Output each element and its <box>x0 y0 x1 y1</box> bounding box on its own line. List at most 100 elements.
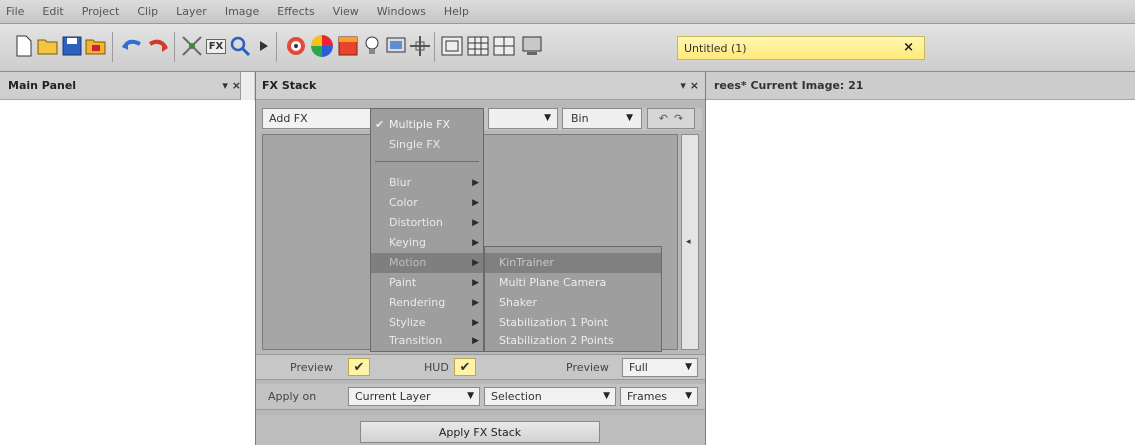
menu-item-label: Transition <box>389 334 443 347</box>
menu-help[interactable]: Help <box>444 5 469 18</box>
menu-project[interactable]: Project <box>82 5 120 18</box>
viewer-header: rees* Current Image: 21 <box>706 72 1135 100</box>
menu-item-motion[interactable]: Motion ▶ <box>371 253 483 273</box>
add-fx-menu: ✔ Multiple FX Single FX Blur ▶ Color ▶ D… <box>370 108 484 352</box>
square-color-icon[interactable] <box>336 33 360 59</box>
menu-edit[interactable]: Edit <box>42 5 63 18</box>
menu-item-label: Single FX <box>389 138 441 151</box>
menu-item-distortion[interactable]: Distortion ▶ <box>371 213 483 233</box>
submenu-item-kintrainer[interactable]: KinTrainer <box>485 253 661 273</box>
fx-list-scrollbar[interactable]: ◂ <box>681 134 699 350</box>
crosshair-icon[interactable] <box>408 33 432 59</box>
add-fx-button[interactable]: Add FX <box>262 108 374 129</box>
preview-quality-label: Preview <box>566 361 609 374</box>
bin-dropdown[interactable]: Bin ▼ <box>562 108 642 129</box>
menu-bar: File Edit Project Clip Layer Image Effec… <box>0 0 1135 24</box>
menu-item-label: Stylize <box>389 316 426 329</box>
selection-value: Selection <box>491 390 542 403</box>
undo-icon[interactable] <box>120 33 144 59</box>
redo-icon[interactable]: ↷ <box>674 112 683 125</box>
menu-image[interactable]: Image <box>225 5 259 18</box>
preview-quality-select[interactable]: Full ▼ <box>622 358 698 377</box>
menu-windows[interactable]: Windows <box>377 5 426 18</box>
menu-item-paint[interactable]: Paint ▶ <box>371 273 483 293</box>
layers-icon[interactable] <box>284 33 308 59</box>
menu-item-single-fx[interactable]: Single FX <box>371 135 483 155</box>
chevron-down-icon: ▼ <box>626 113 633 123</box>
submenu-arrow-icon: ▶ <box>472 178 479 188</box>
apply-on-label: Apply on <box>268 390 317 403</box>
zoom-icon[interactable] <box>228 33 252 59</box>
fx-undo-redo[interactable]: ↶ ↷ <box>647 108 695 129</box>
close-icon[interactable]: × <box>903 40 914 55</box>
panel-splitter[interactable] <box>240 72 254 100</box>
preview-quality-value: Full <box>629 361 648 374</box>
menu-item-multiple-fx[interactable]: ✔ Multiple FX <box>371 115 483 135</box>
monitor-icon[interactable] <box>384 33 408 59</box>
menu-layer[interactable]: Layer <box>176 5 207 18</box>
submenu-arrow-icon: ▶ <box>472 336 479 346</box>
new-icon[interactable] <box>12 33 36 59</box>
submenu-arrow-icon: ▶ <box>472 198 479 208</box>
undo-icon[interactable]: ↶ <box>659 112 668 125</box>
main-panel-controls[interactable]: ▾ × <box>222 79 241 92</box>
main-panel-header: Main Panel ▾ × <box>0 72 255 100</box>
preview-checkbox[interactable]: ✔ <box>348 358 370 376</box>
color-wheel-icon[interactable] <box>310 33 334 59</box>
submenu-item-multi-plane-camera[interactable]: Multi Plane Camera <box>485 273 661 293</box>
submenu-item-stabilization-2-points[interactable]: Stabilization 2 Points <box>485 331 661 351</box>
submenu-arrow-icon: ▶ <box>472 238 479 248</box>
document-tab-title: Untitled (1) <box>684 41 747 55</box>
menu-item-transition[interactable]: Transition ▶ <box>371 331 483 351</box>
split-view-icon[interactable] <box>492 33 516 59</box>
toolbar-separator <box>174 32 175 62</box>
submenu-arrow-icon: ▶ <box>472 218 479 228</box>
frames-select[interactable]: Frames ▼ <box>620 387 698 406</box>
fx-stack-controls[interactable]: ▾ × <box>680 79 699 92</box>
tracker-icon[interactable] <box>180 33 204 59</box>
hud-checkbox[interactable]: ✔ <box>454 358 476 376</box>
play-icon[interactable] <box>252 33 276 59</box>
menu-item-label: Blur <box>389 176 412 189</box>
grid-icon[interactable] <box>466 33 490 59</box>
submenu-arrow-icon: ▶ <box>472 258 479 268</box>
chevron-down-icon: ▼ <box>685 362 692 372</box>
fx-icon[interactable]: FX <box>204 33 228 59</box>
submenu-item-shaker[interactable]: Shaker <box>485 293 661 313</box>
export-icon[interactable] <box>84 33 108 59</box>
frame-icon[interactable] <box>440 33 464 59</box>
menu-item-blur[interactable]: Blur ▶ <box>371 173 483 193</box>
open-icon[interactable] <box>36 33 60 59</box>
menu-file[interactable]: File <box>6 5 24 18</box>
toolbar: FX Untitled (1) × <box>0 24 1135 72</box>
toolbar-separator <box>112 32 113 62</box>
hud-label: HUD <box>424 361 449 374</box>
menu-effects[interactable]: Effects <box>277 5 314 18</box>
screen-icon[interactable] <box>520 33 544 59</box>
menu-separator <box>375 161 479 162</box>
fx-stack-header: FX Stack ▾ × <box>256 72 705 100</box>
menu-item-stylize[interactable]: Stylize ▶ <box>371 313 483 333</box>
document-tab[interactable]: Untitled (1) × <box>677 36 925 60</box>
menu-item-label: Rendering <box>389 296 446 309</box>
apply-on-row: Apply on Current Layer ▼ Selection ▼ Fra… <box>256 384 705 410</box>
bulb-icon[interactable] <box>360 33 384 59</box>
menu-item-rendering[interactable]: Rendering ▶ <box>371 293 483 313</box>
apply-fx-stack-button[interactable]: Apply FX Stack <box>360 421 600 443</box>
selection-select[interactable]: Selection ▼ <box>484 387 616 406</box>
menu-view[interactable]: View <box>333 5 359 18</box>
save-icon[interactable] <box>60 33 84 59</box>
fx-stack-title: FX Stack <box>262 79 317 92</box>
scroll-grip-icon: ◂ <box>686 237 691 247</box>
redo-icon[interactable] <box>146 33 170 59</box>
fx-category-dropdown[interactable]: ▼ <box>488 108 558 129</box>
menu-clip[interactable]: Clip <box>137 5 158 18</box>
submenu-item-stabilization-1-point[interactable]: Stabilization 1 Point <box>485 313 661 333</box>
chevron-down-icon: ▼ <box>603 391 610 401</box>
submenu-arrow-icon: ▶ <box>472 318 479 328</box>
menu-item-color[interactable]: Color ▶ <box>371 193 483 213</box>
chevron-down-icon: ▼ <box>544 113 551 123</box>
menu-item-keying[interactable]: Keying ▶ <box>371 233 483 253</box>
apply-on-select[interactable]: Current Layer ▼ <box>348 387 480 406</box>
chevron-down-icon: ▼ <box>685 391 692 401</box>
